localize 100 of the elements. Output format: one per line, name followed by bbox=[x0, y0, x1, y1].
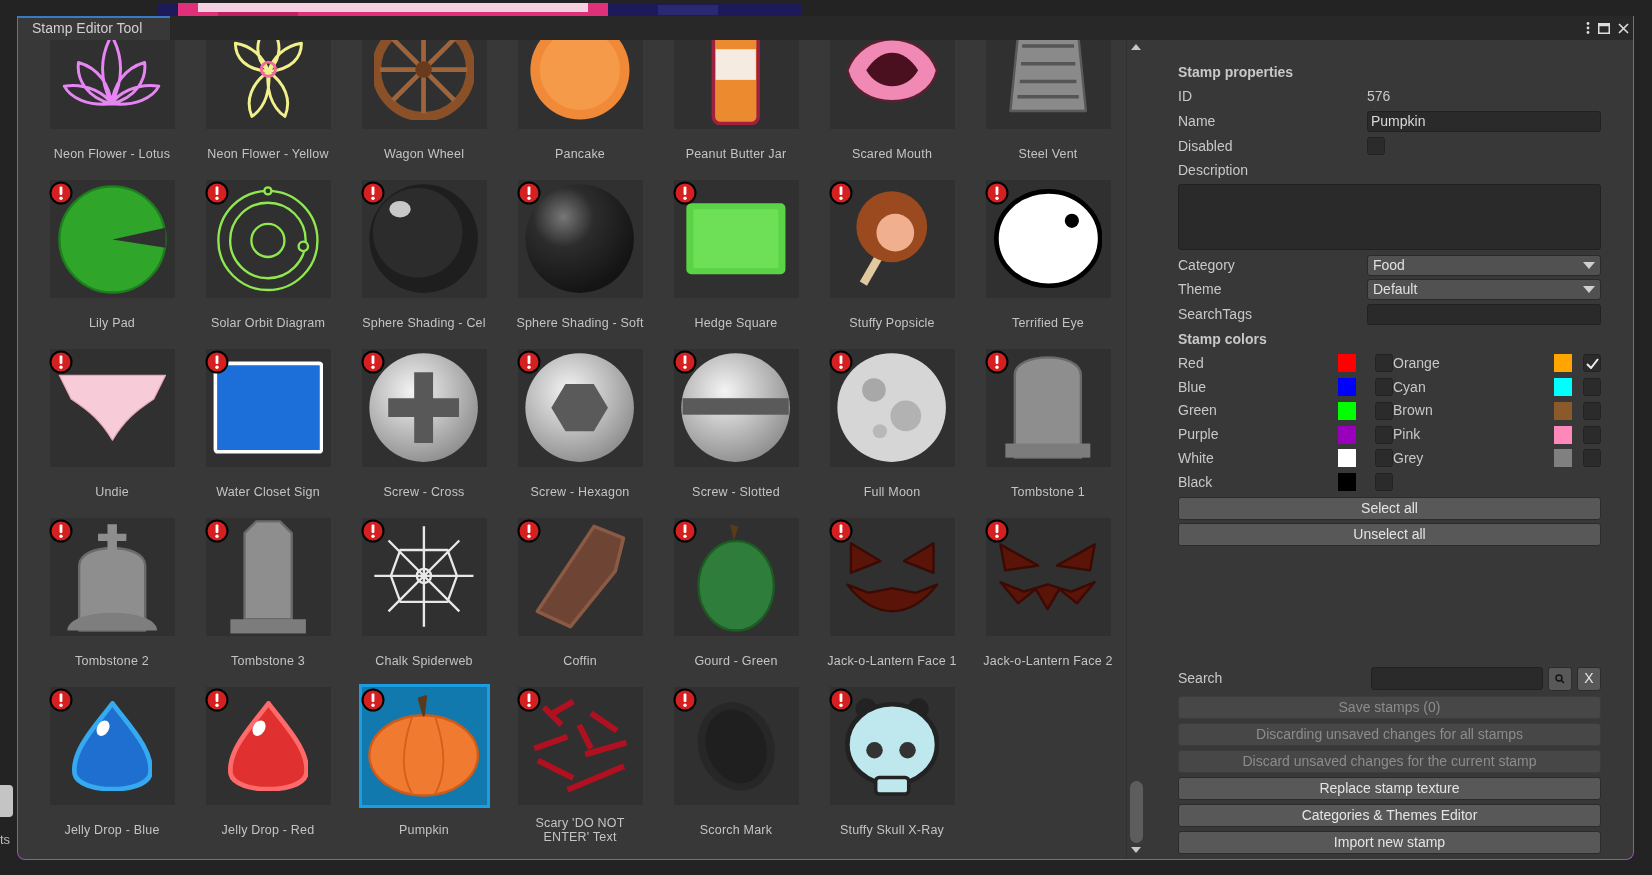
stamp-tile[interactable] bbox=[49, 40, 175, 129]
button[interactable]: Import new stamp bbox=[1178, 831, 1601, 854]
stamp-label: Steel Vent bbox=[1017, 146, 1079, 163]
stamp-tile[interactable] bbox=[517, 40, 643, 129]
button[interactable]: Replace stamp texture bbox=[1178, 777, 1601, 800]
stamp-tile[interactable] bbox=[673, 40, 799, 129]
stamp-label: Undie bbox=[94, 484, 130, 501]
stamp-label: Gourd - Green bbox=[693, 653, 779, 670]
dropdown-caret-icon bbox=[1583, 286, 1595, 294]
checkbox[interactable] bbox=[1583, 354, 1601, 373]
color-label: Green bbox=[1178, 401, 1218, 421]
window-tab[interactable]: Stamp Editor Tool bbox=[18, 16, 170, 40]
stamp-tile[interactable] bbox=[829, 518, 955, 636]
stamp-label: Pumpkin bbox=[397, 822, 450, 839]
stamp-tile[interactable] bbox=[205, 349, 331, 467]
dropdown[interactable]: Default bbox=[1367, 279, 1601, 301]
stamp-tile[interactable] bbox=[361, 40, 487, 129]
close-icon[interactable] bbox=[1618, 22, 1629, 34]
stamp-label: Chalk Spiderweb bbox=[374, 653, 474, 670]
stamp-tile[interactable] bbox=[829, 40, 955, 129]
stamp-tile[interactable] bbox=[985, 349, 1111, 467]
clear-button[interactable]: X bbox=[1577, 666, 1601, 691]
stamp-label: Neon Flower - Yellow bbox=[206, 146, 330, 163]
stamp-label: Pancake bbox=[553, 146, 606, 163]
stamp-tile[interactable] bbox=[673, 180, 799, 298]
field-value: 576 bbox=[1367, 87, 1391, 107]
field-label: Description bbox=[1178, 161, 1250, 181]
search-icon bbox=[1555, 673, 1565, 684]
stamp-label: Coffin bbox=[562, 653, 598, 670]
color-label: Grey bbox=[1393, 448, 1425, 468]
color-label: Cyan bbox=[1393, 377, 1427, 397]
stamp-label: Jack-o-Lantern Face 2 bbox=[982, 653, 1114, 670]
color-label: Brown bbox=[1393, 401, 1434, 421]
field-label: ID bbox=[1178, 87, 1193, 107]
stamp-tile[interactable] bbox=[673, 687, 799, 805]
stamp-label: Sphere Shading - Soft bbox=[515, 315, 645, 332]
dropdown[interactable]: Food bbox=[1367, 254, 1601, 276]
stamp-label: Peanut Butter Jar bbox=[684, 146, 788, 163]
stamp-label: Scorch Mark bbox=[698, 822, 774, 839]
button[interactable]: Unselect all bbox=[1178, 523, 1601, 547]
button[interactable]: Categories & Themes Editor bbox=[1178, 804, 1601, 827]
stamp-tile[interactable] bbox=[829, 180, 955, 298]
field-label: Name bbox=[1178, 112, 1217, 131]
stamp-label: Neon Flower - Lotus bbox=[52, 146, 172, 163]
stamp-tile[interactable] bbox=[829, 687, 955, 805]
stamp-tile[interactable] bbox=[517, 687, 643, 805]
stamp-label: Scary 'DO NOT ENTER' Text bbox=[534, 815, 626, 846]
stamp-label: Water Closet Sign bbox=[215, 484, 321, 501]
section-heading: Stamp colors bbox=[1178, 329, 1267, 349]
stamp-tile[interactable] bbox=[205, 518, 331, 636]
stamp-label: Tombstone 2 bbox=[74, 653, 150, 670]
stamp-tile[interactable] bbox=[517, 518, 643, 636]
stamp-label: Full Moon bbox=[862, 484, 922, 501]
stamp-tile[interactable] bbox=[361, 518, 487, 636]
stamp-tile[interactable] bbox=[985, 180, 1111, 298]
stamp-tile[interactable] bbox=[49, 349, 175, 467]
scroll-down-icon[interactable] bbox=[1131, 847, 1141, 853]
stamp-tile[interactable] bbox=[49, 180, 175, 298]
stamp-label: Screw - Cross bbox=[382, 484, 466, 501]
stamp-tile[interactable] bbox=[985, 40, 1111, 129]
stamp-tile[interactable] bbox=[49, 687, 175, 805]
text-field[interactable]: Pumpkin bbox=[1367, 111, 1601, 132]
stamp-label: Jelly Drop - Blue bbox=[63, 822, 161, 839]
stamp-tile[interactable] bbox=[49, 518, 175, 636]
color-label: Orange bbox=[1393, 353, 1441, 373]
stamp-label: Wagon Wheel bbox=[382, 146, 466, 163]
stamp-label: Stuffy Popsicle bbox=[848, 315, 936, 332]
scrollbar-thumb[interactable] bbox=[1129, 781, 1143, 843]
stamp-label: Tombstone 1 bbox=[1010, 484, 1086, 501]
maximize-icon[interactable] bbox=[1598, 22, 1610, 34]
stamp-tile[interactable] bbox=[205, 180, 331, 298]
stamp-label: Lily Pad bbox=[87, 315, 137, 332]
field-label: Disabled bbox=[1178, 136, 1234, 156]
dropdown-caret-icon bbox=[1583, 261, 1595, 269]
text-fragment: ts bbox=[0, 831, 11, 849]
stamp-label: Sphere Shading - Cel bbox=[361, 315, 487, 332]
stamp-tile[interactable] bbox=[205, 687, 331, 805]
stamp-label: Tombstone 3 bbox=[230, 653, 306, 670]
stamp-label: Jack-o-Lantern Face 1 bbox=[826, 653, 958, 670]
stamp-label: Screw - Slotted bbox=[691, 484, 781, 501]
section-heading: Stamp properties bbox=[1178, 62, 1294, 82]
color-label: White bbox=[1178, 448, 1215, 468]
stamp-tile[interactable] bbox=[361, 687, 487, 805]
stamp-tile[interactable] bbox=[985, 518, 1111, 636]
field-label: Search bbox=[1178, 669, 1223, 688]
button[interactable]: Select all bbox=[1178, 497, 1601, 521]
color-label: Purple bbox=[1178, 425, 1220, 445]
stamp-label: Solar Orbit Diagram bbox=[209, 315, 327, 332]
stamp-label: Stuffy Skull X-Ray bbox=[838, 822, 946, 839]
more-icon[interactable] bbox=[1586, 22, 1590, 34]
stamp-label: Terrified Eye bbox=[1010, 315, 1086, 332]
search-button[interactable] bbox=[1548, 666, 1572, 691]
stamp-tile[interactable] bbox=[673, 518, 799, 636]
stamp-label: Hedge Square bbox=[693, 315, 779, 332]
color-label: Pink bbox=[1393, 425, 1422, 445]
field-label: Category bbox=[1178, 255, 1236, 275]
stamp-label: Scared Mouth bbox=[850, 146, 934, 163]
field-label: SearchTags bbox=[1178, 304, 1253, 324]
scroll-up-icon[interactable] bbox=[1131, 44, 1141, 50]
stamp-tile[interactable] bbox=[205, 40, 331, 129]
